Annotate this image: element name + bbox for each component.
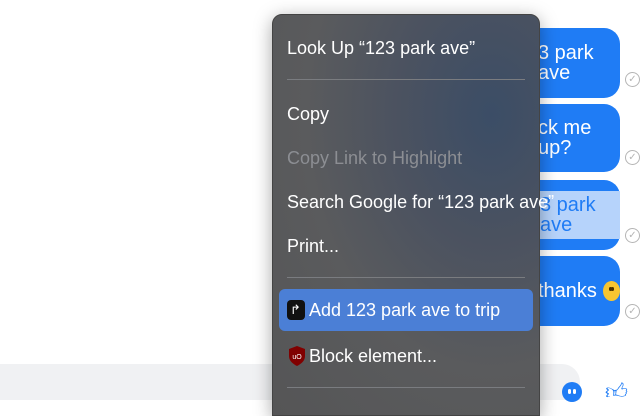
message-text: ck me up? <box>538 117 592 159</box>
menu-item-copy[interactable]: Copy <box>287 99 525 129</box>
smiley-emoji-icon <box>602 281 620 301</box>
read-check-icon: ✓ <box>625 304 640 319</box>
menu-item-copy-link-to-highlight: Copy Link to Highlight <box>287 148 463 168</box>
menu-item-look-up[interactable]: Look Up “123 park ave” <box>287 33 525 63</box>
menu-item-add-to-trip[interactable]: Add 123 park ave to trip <box>279 289 533 331</box>
trip-arrow-icon <box>287 300 305 320</box>
context-menu: Look Up “123 park ave” Copy Copy Link to… <box>272 14 554 416</box>
emoji-button-icon[interactable] <box>562 382 582 402</box>
read-check-icon: ✓ <box>625 150 640 165</box>
menu-item-search-google[interactable]: Search Google for “123 park ave” <box>287 187 554 217</box>
menu-item-label: Block element... <box>309 346 438 366</box>
read-check-icon: ✓ <box>625 228 640 243</box>
menu-item-block-element[interactable]: uO Block element... <box>287 341 525 371</box>
message-text: thanks <box>538 280 597 302</box>
menu-separator <box>287 277 525 278</box>
thumbs-up-icon[interactable]: 👍︎ <box>605 378 628 405</box>
svg-text:uO: uO <box>292 354 302 361</box>
read-check-icon: ✓ <box>625 72 640 87</box>
message-text: 3 park ave <box>538 42 594 84</box>
menu-separator <box>287 387 525 388</box>
menu-separator <box>287 79 525 80</box>
menu-item-label: Add 123 park ave to trip <box>309 300 501 320</box>
menu-item-print[interactable]: Print... <box>287 231 525 261</box>
ublock-shield-icon: uO <box>289 346 305 366</box>
